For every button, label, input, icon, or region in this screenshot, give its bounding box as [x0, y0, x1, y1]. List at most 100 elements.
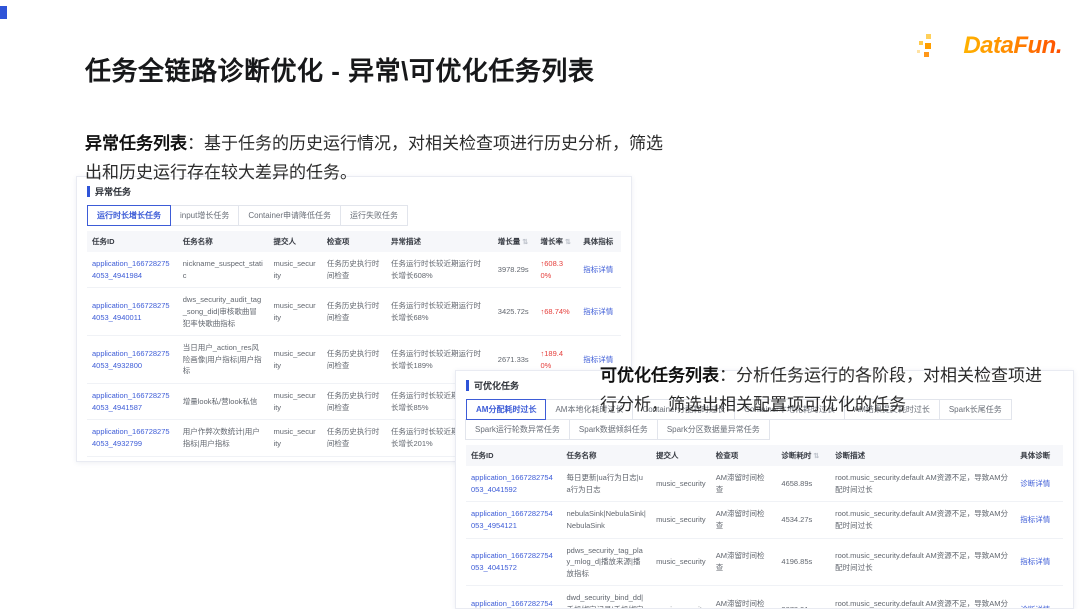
task-name: pdws_security_tag_play_mlog_d|播放来源|播放指标 — [562, 538, 652, 586]
col-growth-amount: 增长量⇅ — [493, 231, 536, 252]
table-header-row: 任务ID 任务名称 提交人 检查项 异常描述 增长量⇅ 增长率⇅ 具体指标 — [87, 231, 621, 252]
growth-rate: ↑608.30% — [536, 252, 579, 288]
col-detail: 具体指标 — [578, 231, 621, 252]
growth-amount: 3978.29s — [493, 252, 536, 288]
col-check-item: 检查项 — [322, 231, 386, 252]
tab-am-alloc-slow[interactable]: AM分配耗时过长 — [466, 399, 546, 420]
tab-input-growth[interactable]: input增长任务 — [170, 205, 239, 226]
task-id-link[interactable]: application_1667282754053_4041572 — [466, 538, 562, 586]
tab-runtime-growth[interactable]: 运行时长增长任务 — [87, 205, 171, 226]
task-id-link[interactable]: application_1667282754053_4041592 — [466, 466, 562, 502]
task-id-link[interactable]: application_1667282754053_4954121 — [466, 502, 562, 538]
diagnose-detail-link[interactable]: 指标详情 — [1015, 538, 1063, 586]
check-item: 任务历史执行时间检查 — [322, 336, 386, 384]
panel-title-marker — [466, 380, 469, 391]
submitter: music_security — [651, 586, 711, 609]
submitter: music_security — [269, 252, 322, 288]
panel-title-marker — [87, 186, 90, 197]
task-id-link[interactable]: application_1667282754053_4941587 — [87, 384, 178, 420]
table-row: application_1667282754053_4041572 pdws_s… — [466, 538, 1063, 586]
submitter: music_security — [651, 466, 711, 502]
tab-spark-partition-abnormal[interactable]: Spark分区数据量异常任务 — [657, 419, 770, 440]
table-row: application_1667282754053_4942130 dwd_se… — [466, 586, 1063, 609]
diagnose-duration: 4534.27s — [776, 502, 830, 538]
col-diagnose-duration: 诊断耗时⇅ — [776, 445, 830, 466]
col-task-id: 任务ID — [466, 445, 562, 466]
optimize-list-description: 可优化任务列表：分析任务运行的各阶段，对相关检查项进行分析，筛选出相关配置项可优… — [600, 361, 1055, 419]
submitter: music_security — [269, 420, 322, 456]
table-row: application_1667282754053_4940011 dws_se… — [87, 288, 621, 336]
submitter: music_security — [269, 384, 322, 420]
check-item: 任务历史执行时间检查 — [322, 384, 386, 420]
logo-pixel-icon — [919, 41, 923, 45]
metric-detail-link[interactable]: 指标详情 — [578, 288, 621, 336]
tab-spark-data-skew[interactable]: Spark数据倾斜任务 — [569, 419, 658, 440]
col-submitter: 提交人 — [269, 231, 322, 252]
growth-rate: ↑68.74% — [536, 288, 579, 336]
col-growth-rate: 增长率⇅ — [536, 231, 579, 252]
metric-detail-link[interactable]: 指标详情 — [578, 252, 621, 288]
diagnose-detail-link[interactable]: 诊断详情 — [1015, 586, 1063, 609]
col-abnormal-desc: 异常描述 — [386, 231, 493, 252]
sort-icon[interactable]: ⇅ — [813, 453, 819, 460]
check-item: AM滞留时间检查 — [711, 502, 777, 538]
sort-icon[interactable]: ⇅ — [522, 239, 528, 246]
task-id-link[interactable]: application_1667282754053_4941984 — [87, 252, 178, 288]
tab-run-failed[interactable]: 运行失败任务 — [340, 205, 408, 226]
diagnose-desc: root.music_security.default AM资源不足，导致AM分… — [830, 538, 1015, 586]
check-item: 任务历史执行时间检查 — [322, 252, 386, 288]
page-title: 任务全链路诊断优化 - 异常\可优化任务列表 — [85, 51, 594, 88]
tab-spark-round-abnormal[interactable]: Spark运行轮数异常任务 — [465, 419, 570, 440]
optimize-panel-title: 可优化任务 — [474, 379, 519, 392]
logo-pixel-icon — [917, 50, 920, 53]
diagnose-desc: root.music_security.default AM资源不足，导致AM分… — [830, 466, 1015, 502]
abnormal-panel-tabs: 运行时长增长任务 input增长任务 Container申请降低任务 运行失败任… — [77, 205, 631, 225]
col-task-name: 任务名称 — [178, 231, 269, 252]
check-item: AM滞留时间检查 — [711, 586, 777, 609]
submitter: music_security — [269, 288, 322, 336]
datafun-logo: DataFun. — [912, 30, 1062, 70]
logo-pixel-icon — [925, 43, 931, 49]
task-id-link[interactable]: application_1667282754053_4932800 — [87, 336, 178, 384]
task-name: dws_security_audit_tag_song_did|审核歌曲冒犯率快… — [178, 288, 269, 336]
task-name: nickname_suspect_static — [178, 252, 269, 288]
col-diagnose-desc: 诊断描述 — [830, 445, 1015, 466]
diagnose-desc: root.music_security.default AM资源不足，导致AM分… — [830, 502, 1015, 538]
diagnose-duration: 4196.85s — [776, 538, 830, 586]
check-item: AM滞留时间检查 — [711, 538, 777, 586]
tab-container-request-decrease[interactable]: Container申请降低任务 — [238, 205, 341, 226]
diagnose-duration: 4658.89s — [776, 466, 830, 502]
table-row: application_1667282754053_4041592 每日更新|u… — [466, 466, 1063, 502]
check-item: AM滞留时间检查 — [711, 466, 777, 502]
diagnose-detail-link[interactable]: 指标详情 — [1015, 502, 1063, 538]
table-row: application_1667282754053_4941984 nickna… — [87, 252, 621, 288]
abnormal-list-description: 异常任务列表：基于任务的历史运行情况，对相关检查项进行历史分析，筛选出和历史运行… — [85, 129, 670, 187]
sort-icon[interactable]: ⇅ — [565, 239, 571, 246]
logo-wordmark: DataFun. — [963, 32, 1062, 60]
diagnose-duration: 3878.91s — [776, 586, 830, 609]
abnormal-list-description-lead: 异常任务列表 — [85, 134, 187, 153]
diagnose-desc: root.music_security.default AM资源不足，导致AM分… — [830, 586, 1015, 609]
check-item: 任务历史执行时间检查 — [322, 288, 386, 336]
col-submitter: 提交人 — [651, 445, 711, 466]
submitter: music_security — [651, 502, 711, 538]
col-task-name: 任务名称 — [562, 445, 652, 466]
task-id-link[interactable]: application_1667282754053_4942130 — [466, 586, 562, 609]
task-name: dwd_security_bind_dd|手机绑定记录|手机绑定记录 — [562, 586, 652, 609]
table-header-row: 任务ID 任务名称 提交人 检查项 诊断耗时⇅ 诊断描述 具体诊断 — [466, 445, 1063, 466]
task-name: 当日用户_action_res风险画像|用户指标|用户指标 — [178, 336, 269, 384]
logo-pixel-icon — [926, 34, 931, 39]
logo-pixel-icon — [924, 52, 929, 57]
growth-amount: 3425.72s — [493, 288, 536, 336]
task-name: 用户作弊次数统计|用户指标|用户指标 — [178, 420, 269, 456]
diagnose-detail-link[interactable]: 诊断详情 — [1015, 466, 1063, 502]
task-id-link[interactable]: application_1667282754053_4932799 — [87, 420, 178, 456]
col-check-item: 检查项 — [711, 445, 777, 466]
abnormal-desc: 任务运行时长较近期运行时长增长68% — [386, 288, 493, 336]
col-task-id: 任务ID — [87, 231, 178, 252]
optimize-list-description-lead: 可优化任务列表 — [600, 366, 719, 385]
check-item: 任务历史执行时间检查 — [322, 420, 386, 456]
submitter: music_security — [651, 538, 711, 586]
abnormal-desc: 任务运行时长较近期运行时长增长608% — [386, 252, 493, 288]
task-id-link[interactable]: application_1667282754053_4940011 — [87, 288, 178, 336]
